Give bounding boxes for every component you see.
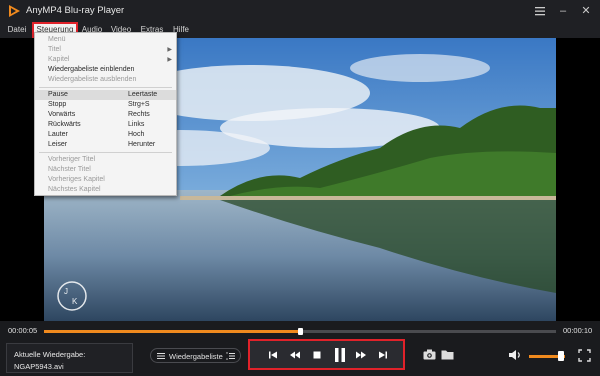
menu-datei[interactable]: Datei xyxy=(4,22,30,38)
progress-thumb[interactable] xyxy=(298,328,303,335)
menu-item-rueckwaerts[interactable]: Rückwärts Links xyxy=(35,120,176,130)
now-playing-label: Aktuelle Wiedergabe: xyxy=(14,350,86,359)
menu-item-vorwaerts[interactable]: Vorwärts Rechts xyxy=(35,110,176,120)
list-icon xyxy=(157,353,165,359)
menu-item-lauter[interactable]: Lauter Hoch xyxy=(35,130,176,140)
app-logo-icon xyxy=(9,5,20,17)
current-time: 00:00:05 xyxy=(8,326,38,335)
transport-controls xyxy=(248,339,405,370)
steuerung-dropdown-menu: Menü Titel ▶ Kapitel ▶ Wiedergabeliste e… xyxy=(34,32,177,196)
folder-icon[interactable] xyxy=(441,349,454,360)
previous-icon[interactable] xyxy=(266,348,280,362)
submenu-arrow-icon: ▶ xyxy=(167,47,172,53)
menu-separator xyxy=(39,87,172,88)
fullscreen-icon[interactable] xyxy=(578,349,591,362)
playlist-label: Wiedergabeliste xyxy=(169,352,223,361)
close-button[interactable]: ✕ xyxy=(578,3,594,19)
menu-item-menue[interactable]: Menü xyxy=(35,35,176,45)
playlist-button[interactable]: Wiedergabeliste xyxy=(150,348,241,363)
menu-item-vorheriges-kapitel[interactable]: Vorheriges Kapitel xyxy=(35,175,176,185)
app-title: AnyMP4 Blu-ray Player xyxy=(26,5,125,16)
menu-separator xyxy=(39,152,172,153)
menu-item-naechster-titel[interactable]: Nächster Titel xyxy=(35,165,176,175)
menu-item-wiedergabeliste-ausblenden[interactable]: Wiedergabeliste ausblenden xyxy=(35,75,176,85)
hamburger-icon[interactable] xyxy=(532,3,548,19)
submenu-arrow-icon: ▶ xyxy=(167,57,172,63)
menu-item-stopp[interactable]: Stopp Strg+S xyxy=(35,100,176,110)
pause-icon[interactable] xyxy=(332,346,348,364)
playlist-sort-icon xyxy=(226,352,235,360)
player-window: AnyMP4 Blu-ray Player – ✕ Datei Steuerun… xyxy=(0,0,600,376)
fast-forward-icon[interactable] xyxy=(354,348,368,362)
progress-fill xyxy=(44,330,300,333)
title-bar: AnyMP4 Blu-ray Player – ✕ xyxy=(0,0,600,22)
menu-item-wiedergabeliste-einblenden[interactable]: Wiedergabeliste einblenden xyxy=(35,65,176,75)
rewind-icon[interactable] xyxy=(288,348,302,362)
control-bar: Aktuelle Wiedergabe: NGAP5943.avi Wieder… xyxy=(0,339,600,376)
menu-item-titel[interactable]: Titel ▶ xyxy=(35,45,176,55)
minimize-button[interactable]: – xyxy=(555,3,571,19)
total-time: 00:00:10 xyxy=(563,326,593,335)
menu-item-naechstes-kapitel[interactable]: Nächstes Kapitel xyxy=(35,185,176,195)
svg-text:K: K xyxy=(72,297,78,306)
menu-item-pause[interactable]: Pause Leertaste xyxy=(35,90,176,100)
now-playing-box: Aktuelle Wiedergabe: NGAP5943.avi xyxy=(6,343,133,373)
svg-text:J: J xyxy=(64,287,68,296)
timeline: 00:00:05 00:00:10 xyxy=(0,321,600,339)
now-playing-file: NGAP5943.avi xyxy=(14,362,64,371)
progress-track[interactable] xyxy=(44,328,556,335)
menu-item-vorheriger-titel[interactable]: Vorheriger Titel xyxy=(35,155,176,165)
volume-icon[interactable] xyxy=(508,349,522,361)
snapshot-camera-icon[interactable] xyxy=(423,349,436,360)
stop-icon[interactable] xyxy=(310,348,324,362)
menu-item-leiser[interactable]: Leiser Herunter xyxy=(35,140,176,150)
next-icon[interactable] xyxy=(376,348,390,362)
volume-slider-thumb[interactable] xyxy=(558,351,564,361)
menu-item-kapitel[interactable]: Kapitel ▶ xyxy=(35,55,176,65)
